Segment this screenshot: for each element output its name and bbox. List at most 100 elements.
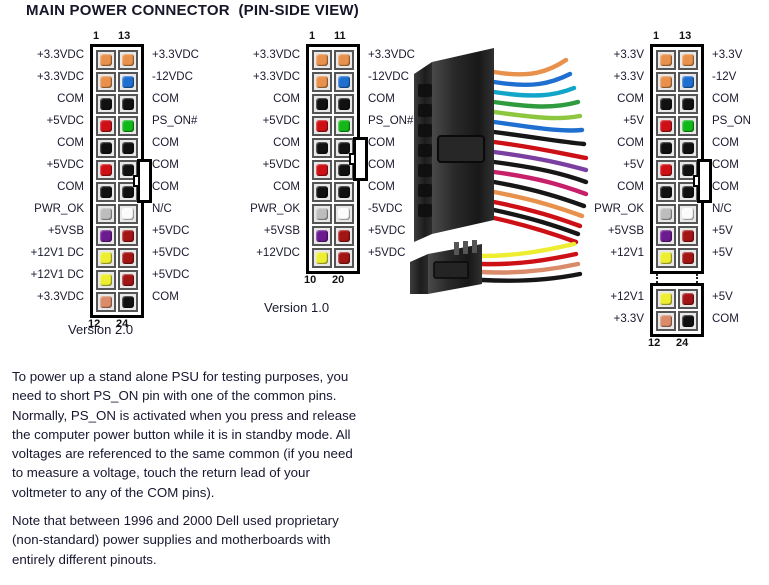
- pin-color-swatch-black: [682, 98, 694, 110]
- label-spacer: [580, 264, 644, 286]
- pin-color-swatch-purple: [100, 230, 112, 242]
- pin-color-swatch-yellow: [316, 252, 328, 264]
- pin-label-right-3: COM: [712, 93, 739, 105]
- pin-color-swatch-yellow: [100, 274, 112, 286]
- pin-color-swatch-orange: [100, 54, 112, 66]
- pin-right-8: [678, 204, 698, 224]
- pin-color-swatch-black: [660, 142, 672, 154]
- pin-label-right-4: PS_ON#: [152, 115, 198, 127]
- pin-color-swatch-blue: [338, 76, 350, 88]
- pin-color-swatch-black: [122, 186, 134, 198]
- pin-color-swatch-black: [122, 296, 134, 308]
- pin-right-9: [334, 226, 354, 246]
- pin-label-left-10: +12V1 DC: [30, 247, 84, 259]
- pin-right-11: [118, 270, 138, 290]
- pin-column-left-detachable: [655, 288, 677, 332]
- right-label-column-photo: +3.3V -12V COM PS_ON COM COM COM N/C +5V +5V +5V CO…: [704, 44, 769, 330]
- pin-label-right-9: +5V: [712, 225, 733, 237]
- pin-color-swatch-red: [100, 120, 112, 132]
- pin-left-11: [96, 270, 116, 290]
- pin-label-right-7: COM: [712, 181, 739, 193]
- pin-number-top-right-v20: 13: [118, 30, 131, 42]
- pin-color-swatch-white: [682, 208, 694, 220]
- pin-left-3: [656, 94, 676, 114]
- pin-color-swatch-gray: [660, 208, 672, 220]
- pin-left-4: [96, 116, 116, 136]
- pin-column-left-photo: [655, 49, 677, 269]
- pin-label-left-10: +12V1: [610, 247, 644, 259]
- pin-color-swatch-blue: [122, 76, 134, 88]
- pin-color-swatch-black: [682, 315, 694, 327]
- pin-color-swatch-white: [338, 208, 350, 220]
- pin-left-7: [96, 182, 116, 202]
- pin-number-top-left-v20: 1: [93, 30, 100, 42]
- pin-label-left-12: +3.3VDC: [37, 291, 84, 303]
- left-label-column-v10: +3.3VDC +3.3VDC COM +5VDC COM +5VDC COM PWR_OK +…: [228, 44, 306, 264]
- pin-label-left-5: COM: [273, 137, 300, 149]
- pin-left-6: [96, 160, 116, 180]
- pin-color-swatch-black: [316, 98, 328, 110]
- pin-label-right-2: -12VDC: [152, 71, 193, 83]
- pin-left-2: [656, 72, 676, 92]
- pin-color-swatch-black: [338, 164, 350, 176]
- pin-left-6: [656, 160, 676, 180]
- pin-color-swatch-darkred: [122, 252, 134, 264]
- photo-illustration: [410, 48, 589, 300]
- pin-label-left-1: +3.3VDC: [253, 49, 300, 61]
- pin-color-swatch-darkred: [338, 230, 350, 242]
- pin-right-3: [118, 94, 138, 114]
- label-spacer: [712, 264, 769, 286]
- pin-left-8: [312, 204, 332, 224]
- pin-number-top-left-photo: 1: [653, 30, 660, 42]
- pin-label-right-10: +5VDC: [152, 247, 190, 259]
- pin-left-7: [312, 182, 332, 202]
- pin-label-left-7: COM: [57, 181, 84, 193]
- pin-right-1: [678, 50, 698, 70]
- pin-label-left-1: +3.3V: [613, 49, 644, 61]
- pin-color-swatch-blue: [682, 76, 694, 88]
- pin-color-swatch-black: [316, 186, 328, 198]
- page-title: MAIN POWER CONNECTOR (PIN-SIDE VIEW): [26, 2, 359, 19]
- pin-color-swatch-black: [660, 186, 672, 198]
- pin-color-swatch-darkred: [122, 274, 134, 286]
- pin-label-left-12: +3.3V: [613, 313, 644, 325]
- pin-left-7: [656, 182, 676, 202]
- connector-body-v20: [90, 44, 152, 318]
- pin-left-3: [96, 94, 116, 114]
- pin-right-8: [334, 204, 354, 224]
- pin-number-bottom-right-v10: 20: [332, 274, 345, 286]
- pin-color-swatch-orange: [100, 76, 112, 88]
- pin-color-swatch-yellow: [660, 252, 672, 264]
- pin-right-5: [678, 138, 698, 158]
- pin-color-swatch-gray: [100, 208, 112, 220]
- pin-label-right-10: +5V: [712, 247, 733, 259]
- pin-label-right-3: COM: [152, 93, 179, 105]
- pin-left-6: [312, 160, 332, 180]
- pin-label-left-11: +12V1: [610, 291, 644, 303]
- pin-number-footer-photo: 12 24: [580, 337, 769, 353]
- pin-left-1: [312, 50, 332, 70]
- pin-color-swatch-darkred: [682, 252, 694, 264]
- pin-label-left-2: +3.3VDC: [37, 71, 84, 83]
- pin-color-swatch-salmon: [100, 296, 112, 308]
- pin-color-swatch-green: [122, 120, 134, 132]
- pin-label-right-12: COM: [712, 313, 739, 325]
- pin-label-right-6: COM: [152, 159, 179, 171]
- pin-label-right-5: COM: [712, 137, 739, 149]
- pin-left-2: [96, 72, 116, 92]
- pin-left-10: [96, 248, 116, 268]
- pin-label-left-8: PWR_OK: [250, 203, 300, 215]
- pin-label-right-9: +5VDC: [152, 225, 190, 237]
- pin-label-right-5: COM: [152, 137, 179, 149]
- pin-label-left-4: +5VDC: [262, 115, 300, 127]
- pin-number-bottom-left-photo: 12: [648, 337, 661, 349]
- pin-right-3: [334, 94, 354, 114]
- pin-color-swatch-purple: [316, 230, 328, 242]
- pin-left-1: [96, 50, 116, 70]
- pin-label-left-11: +12V1 DC: [30, 269, 84, 281]
- pin-color-swatch-orange: [316, 54, 328, 66]
- pin-color-swatch-gray: [316, 208, 328, 220]
- pin-label-left-3: COM: [617, 93, 644, 105]
- pin-label-left-5: COM: [57, 137, 84, 149]
- connector-body-v10: [306, 44, 368, 274]
